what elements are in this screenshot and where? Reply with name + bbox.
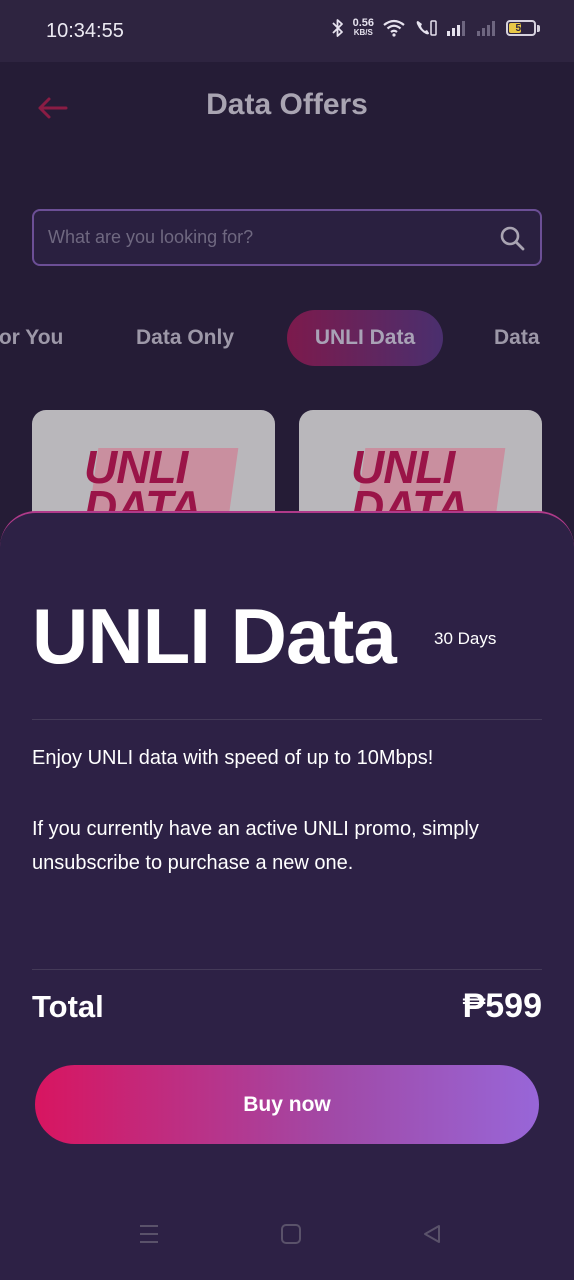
tab-data[interactable]: Data <box>494 310 540 366</box>
divider <box>32 719 542 720</box>
offer-title: UNLI Data <box>32 592 397 680</box>
network-speed-value: 0.56 <box>352 17 374 29</box>
battery-icon: 51 <box>506 20 536 36</box>
system-navigation-bar <box>0 1190 574 1280</box>
status-bar: 10:34:55 0.56 KB/S 51 <box>0 0 574 62</box>
offer-description: Enjoy UNLI data with speed of up to 10Mb… <box>32 747 434 769</box>
divider <box>32 969 542 970</box>
network-speed-unit: KB/S <box>353 28 373 37</box>
status-time: 10:34:55 <box>46 20 124 42</box>
battery-level: 51 <box>515 22 527 34</box>
screen: 10:34:55 0.56 KB/S 51 Data Offers What a… <box>0 0 574 1280</box>
menu-icon <box>140 1225 158 1243</box>
back-nav-button[interactable] <box>414 1216 450 1252</box>
network-speed: 0.56 KB/S <box>353 18 374 38</box>
search-icon[interactable] <box>498 224 526 252</box>
signal-strength-2-icon <box>477 21 495 36</box>
home-square-icon <box>281 1224 301 1244</box>
tab-data-only[interactable]: Data Only <box>136 310 234 366</box>
recent-apps-button[interactable] <box>131 1216 167 1252</box>
category-tabs: For You Data Only UNLI Data Data <box>0 310 574 366</box>
battery-indicator: 51 <box>506 20 540 36</box>
wifi-icon <box>383 19 405 37</box>
status-icons: 0.56 KB/S 51 <box>331 18 540 38</box>
triangle-back-icon <box>424 1225 440 1243</box>
tab-unli-data[interactable]: UNLI Data <box>287 310 443 366</box>
volte-call-icon <box>416 20 437 36</box>
offer-note: If you currently have an active UNLI pro… <box>32 818 479 874</box>
buy-now-button[interactable]: Buy now <box>35 1065 539 1144</box>
search-placeholder: What are you looking for? <box>48 227 254 247</box>
total-label: Total <box>32 989 104 1024</box>
signal-strength-icon <box>447 21 465 36</box>
tab-for-you[interactable]: For You <box>0 310 63 366</box>
battery-tip <box>537 24 540 32</box>
offer-validity: 30 Days <box>434 629 497 648</box>
search-input[interactable]: What are you looking for? <box>32 209 542 266</box>
offer-detail-sheet: UNLI Data 30 Days Enjoy UNLI data with s… <box>0 511 574 1280</box>
bluetooth-icon <box>331 19 343 37</box>
page-title: Data Offers <box>206 88 368 121</box>
total-amount: ₱599 <box>462 987 542 1025</box>
home-button[interactable] <box>273 1216 309 1252</box>
